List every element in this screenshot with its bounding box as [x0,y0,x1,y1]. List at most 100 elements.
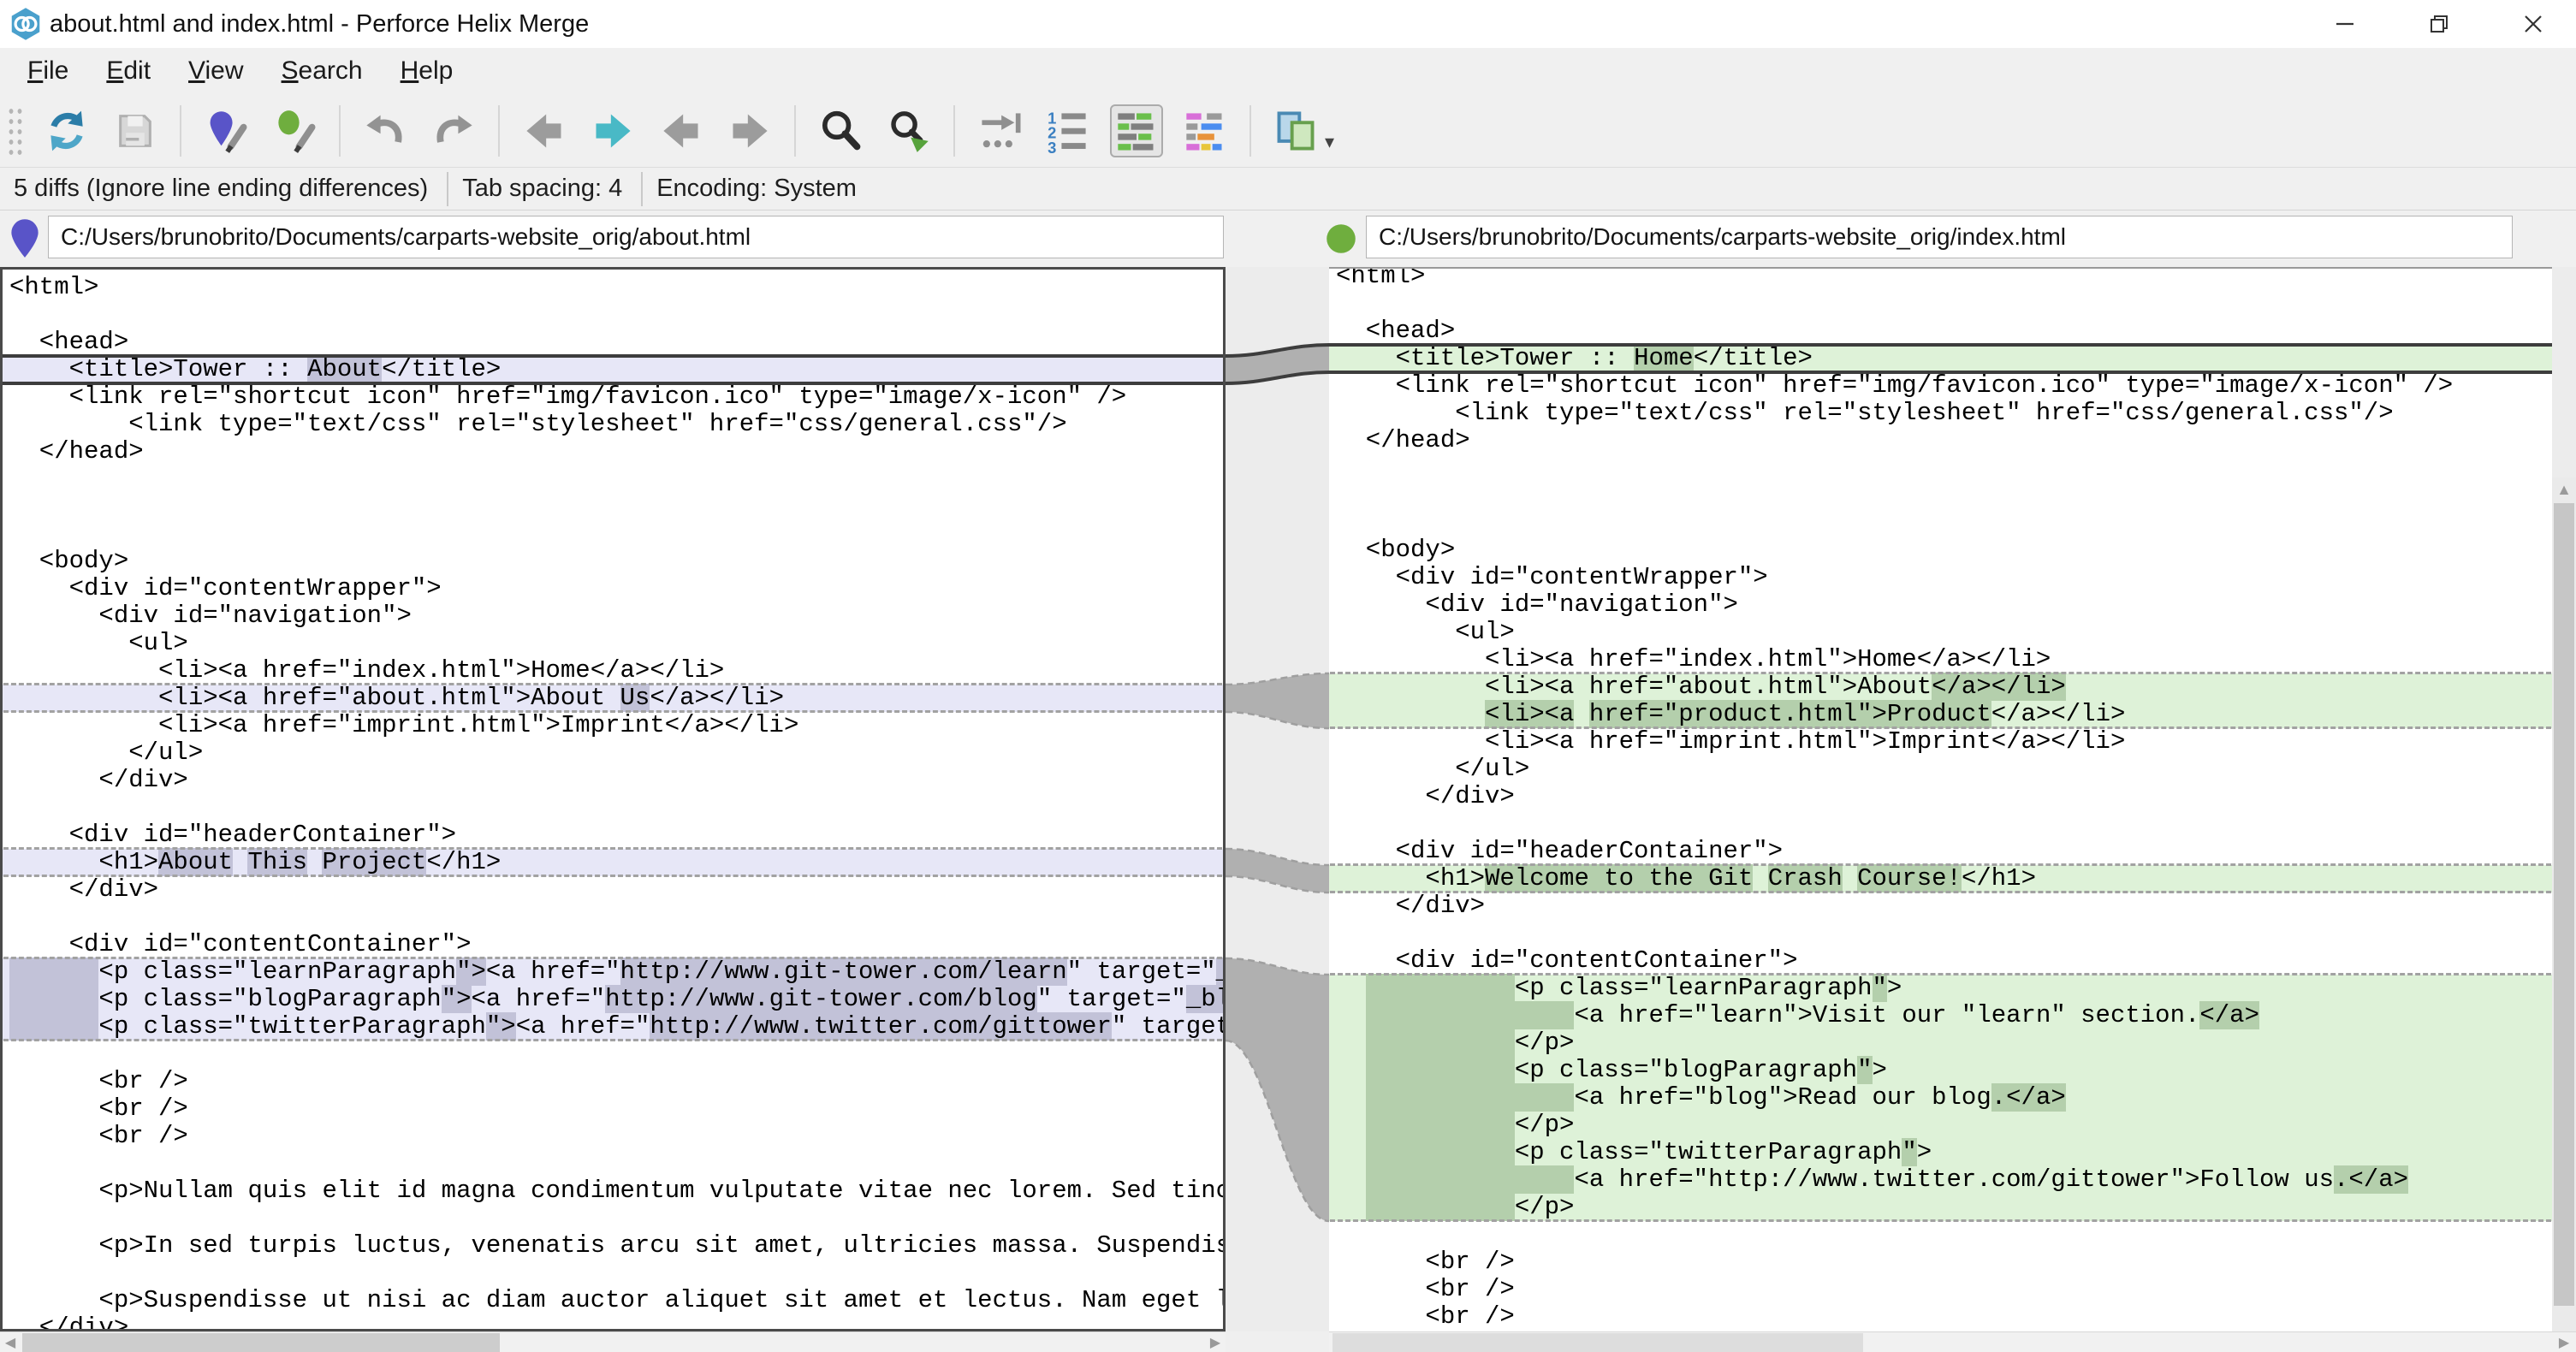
status-item-0: 5 diffs (Ignore line ending differences) [0,175,447,203]
code-line: <ul> [3,630,1223,657]
code-line: <div id="navigation"> [1329,591,2552,619]
code-line-diff[interactable]: <p class="blogParagraph"><a href="http:/… [3,986,1223,1013]
right-code-pane[interactable]: <html> <head> <title>Tower :: Home</titl… [1329,267,2552,1331]
layout-dropdown-icon[interactable]: ▾ [1325,131,1334,153]
code-line: <ul> [1329,619,2552,646]
undo-icon[interactable] [359,104,412,157]
code-line: <div id="contentContainer"> [1329,947,2552,975]
previous-diff-icon[interactable] [518,104,571,157]
left-file-path[interactable]: C:/Users/brunobrito/Documents/carparts-w… [48,216,1224,258]
toolbar-separator [498,105,500,157]
menu-search[interactable]: Search [263,48,382,94]
find-icon[interactable] [814,104,867,157]
code-line [3,465,1223,493]
code-line-diff[interactable]: <a href="blog">Read our blog.</a> [1329,1084,2552,1112]
next-conflict-icon[interactable] [723,104,776,157]
save-icon[interactable] [109,104,162,157]
code-line-diff[interactable]: <li><a href="product.html">Product</a></… [1329,701,2552,728]
minimize-button[interactable] [2302,0,2388,48]
code-line [3,301,1223,329]
scroll-right-icon[interactable]: ▶ [1205,1332,1226,1352]
toolbar-separator [953,105,955,157]
code-line: <br /> [1329,1276,2552,1303]
code-line: </ul> [3,739,1223,767]
svg-text:3: 3 [1048,139,1056,153]
code-line-diff[interactable]: <p class="blogParagraph"> [1329,1057,2552,1084]
app-logo-icon [9,7,43,41]
vertical-scroll-thumb[interactable] [2554,503,2574,1306]
code-line-diff[interactable]: <a href="learn">Visit our "learn" sectio… [1329,1002,2552,1029]
code-line: <br /> [3,1095,1223,1123]
code-line-diff[interactable]: <h1>About This Project</h1> [3,849,1223,876]
code-line: <li><a href="index.html">Home</a></li> [1329,646,2552,673]
code-line [3,1041,1223,1068]
menu-view[interactable]: View [169,48,262,94]
previous-conflict-icon[interactable] [655,104,708,157]
menu-edit[interactable]: Edit [87,48,169,94]
code-line: <body> [3,548,1223,575]
window-title: about.html and index.html - Perforce Hel… [50,0,589,48]
scroll-left-icon[interactable]: ◀ [0,1332,21,1352]
code-line: <div id="headerContainer"> [1329,838,2552,865]
code-line-diff[interactable]: <title>Tower :: About</title> [3,356,1223,383]
refresh-icon[interactable] [40,104,93,157]
code-line-diff[interactable]: <p class="twitterParagraph"><a href="htt… [3,1013,1223,1041]
code-line [3,904,1223,931]
status-bar: 5 diffs (Ignore line ending differences)… [0,168,2576,211]
code-line-diff[interactable]: <p class="twitterParagraph"> [1329,1139,2552,1166]
code-line: <div id="headerContainer"> [3,821,1223,849]
redo-icon[interactable] [427,104,480,157]
close-button[interactable] [2490,0,2576,48]
code-line-diff[interactable]: <p class="learnParagraph"> [1329,975,2552,1002]
code-line: </div> [3,1314,1223,1331]
code-line-diff[interactable]: <h1>Welcome to the Git Crash Course!</h1… [1329,865,2552,892]
code-line: <html> [3,274,1223,301]
left-horizontal-scrollbar[interactable]: ◀ ▶ [0,1331,1226,1352]
code-line: <li><a href="imprint.html">Imprint</a></… [1329,728,2552,756]
code-line: <link rel="shortcut icon" href="img/favi… [3,383,1223,411]
code-line-diff[interactable]: </p> [1329,1194,2552,1221]
code-line: <p>In sed turpis luctus, venenatis arcu … [3,1232,1223,1260]
show-whitespace-icon[interactable] [973,104,1026,157]
app-window: about.html and index.html - Perforce Hel… [0,0,2576,1352]
code-line: <head> [1329,317,2552,345]
code-line: <div id="navigation"> [3,602,1223,630]
code-line: <link type="text/css" rel="stylesheet" h… [1329,400,2552,427]
left-horizontal-scroll-thumb[interactable] [22,1333,500,1352]
code-line [3,520,1223,548]
next-diff-icon[interactable] [586,104,639,157]
code-line-diff[interactable]: <a href="http://www.twitter.com/gittower… [1329,1166,2552,1194]
code-line: </head> [3,438,1223,465]
edit-left-file-icon[interactable] [199,104,252,157]
code-line-diff[interactable]: <li><a href="about.html">About</a></li> [1329,673,2552,701]
right-horizontal-scroll-thumb[interactable] [1333,1333,1863,1352]
highlight-diffs-icon[interactable] [1110,104,1163,157]
left-code-pane[interactable]: <html> <head> <title>Tower :: About</tit… [0,267,1226,1331]
code-line: </div> [3,767,1223,794]
toolbar-drag-handle[interactable] [7,106,24,156]
code-line-diff[interactable]: <p class="learnParagraph"><a href="http:… [3,958,1223,986]
find-next-icon[interactable] [882,104,935,157]
scroll-up-icon[interactable]: ▲ [2552,477,2576,501]
code-line-diff[interactable]: <li><a href="about.html">About Us</a></l… [3,685,1223,712]
menu-file[interactable]: File [9,48,87,94]
diff-colors-icon[interactable] [1178,104,1232,157]
line-numbers-icon[interactable]: 123 [1042,104,1095,157]
vertical-scrollbar[interactable]: ▲ ▼ [2552,477,2576,1352]
code-line-diff[interactable]: </p> [1329,1112,2552,1139]
menu-help[interactable]: Help [382,48,472,94]
code-line: <li><a href="imprint.html">Imprint</a></… [3,712,1223,739]
bottom-scroll-row: ◀ ▶ ▶ [0,1331,2576,1352]
code-line [3,1150,1223,1177]
code-line: <div id="contentWrapper"> [1329,564,2552,591]
layout-icon[interactable] [1269,104,1322,157]
right-horizontal-scrollbar[interactable]: ▶ [1329,1331,2576,1352]
edit-right-file-icon[interactable] [268,104,321,157]
scroll-right-icon[interactable]: ▶ [2554,1332,2574,1352]
right-file-path[interactable]: C:/Users/brunobrito/Documents/carparts-w… [1366,216,2513,258]
code-line-diff[interactable]: <title>Tower :: Home</title> [1329,345,2552,372]
restore-button[interactable] [2396,0,2482,48]
code-line: <link rel="shortcut icon" href="img/favi… [1329,372,2552,400]
code-line-diff[interactable]: </p> [1329,1029,2552,1057]
code-line [3,1205,1223,1232]
